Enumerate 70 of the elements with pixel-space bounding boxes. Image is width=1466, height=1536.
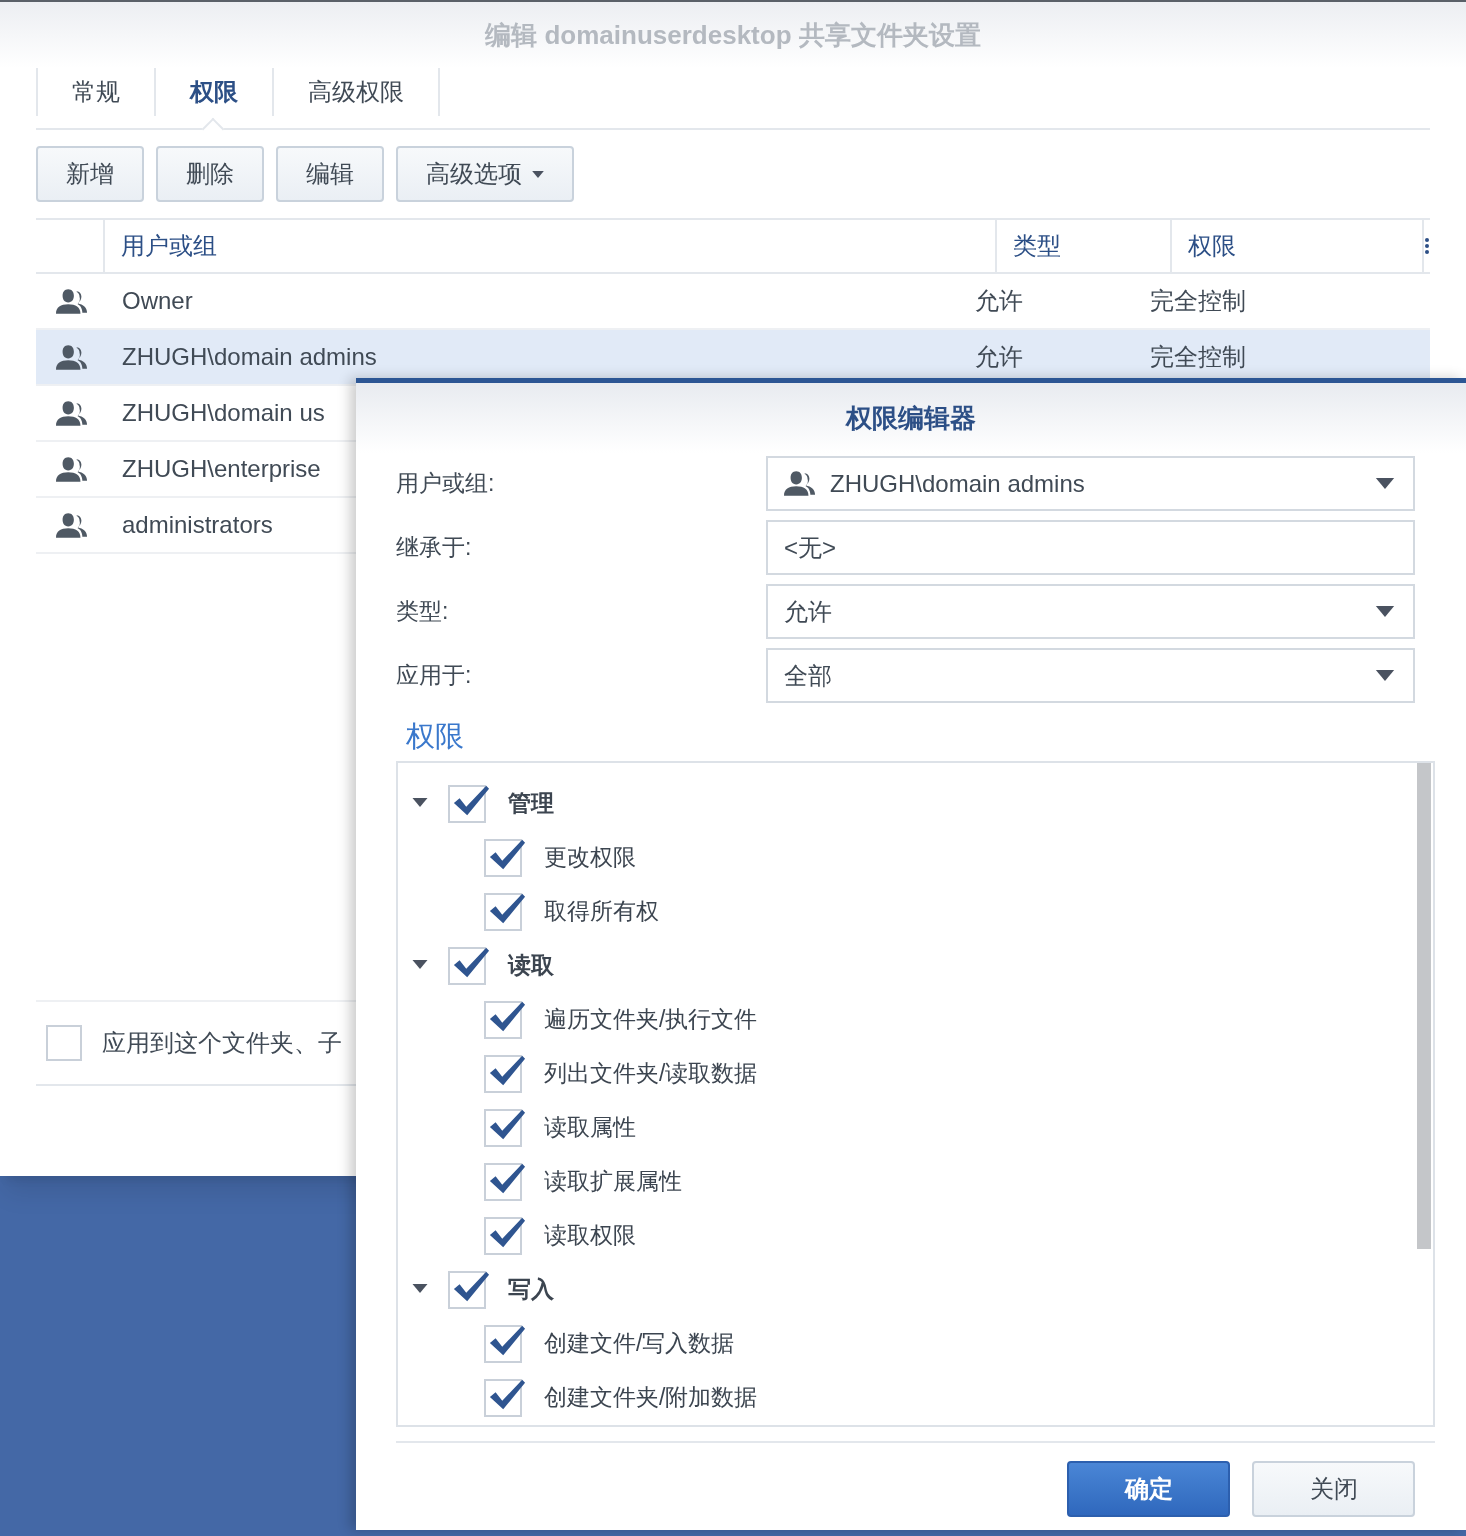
table-cell: ZHUGH\domain us bbox=[122, 399, 325, 426]
input-field[interactable]: <无> bbox=[766, 520, 1415, 575]
permission-label: 取得所有权 bbox=[544, 897, 659, 927]
table-cell-text: 完全控制 bbox=[1150, 342, 1246, 372]
caret-icon bbox=[1375, 478, 1395, 489]
field-label: 类型: bbox=[396, 597, 450, 627]
close-button[interactable]: 关闭 bbox=[1252, 1460, 1415, 1517]
column-header[interactable]: 权限 bbox=[1188, 228, 1236, 264]
table-cell: ZHUGH\domain admins bbox=[122, 343, 377, 370]
permission-group-label: 读取 bbox=[508, 951, 554, 981]
checkbox[interactable] bbox=[484, 1378, 522, 1417]
permission-label: 列出文件夹/读取数据 bbox=[544, 1059, 758, 1089]
checkbox[interactable] bbox=[448, 784, 486, 823]
checkbox[interactable] bbox=[484, 1000, 522, 1039]
checkbox[interactable] bbox=[484, 838, 522, 877]
users-icon bbox=[56, 287, 88, 315]
users-icon bbox=[56, 455, 88, 483]
field-label: 用户或组: bbox=[396, 469, 496, 499]
more-icon[interactable] bbox=[1425, 238, 1429, 254]
permission-group-label: 管理 bbox=[508, 789, 554, 819]
users-icon bbox=[56, 399, 88, 427]
table-cell: administrators bbox=[122, 511, 273, 538]
column-header[interactable]: 用户或组 bbox=[121, 228, 217, 264]
caret-icon bbox=[1375, 606, 1395, 617]
permission-label: 遍历文件夹/执行文件 bbox=[544, 1005, 758, 1035]
toolbar-button[interactable]: 高级选项 bbox=[396, 146, 574, 202]
table-cell: ZHUGH\enterprise bbox=[122, 455, 321, 482]
apply-option-label: 应用到这个文件夹、子 bbox=[102, 1028, 342, 1058]
permission-label: 读取属性 bbox=[544, 1113, 636, 1143]
tab[interactable]: 常规 bbox=[36, 68, 154, 116]
caret-icon bbox=[1375, 670, 1395, 681]
field-label: 继承于: bbox=[396, 533, 473, 563]
window-title: 编辑 domainuserdesktop 共享文件夹设置 bbox=[485, 18, 981, 52]
checkbox[interactable] bbox=[484, 1162, 522, 1201]
permission-label: 读取扩展属性 bbox=[544, 1167, 682, 1197]
checkbox[interactable] bbox=[46, 1025, 82, 1061]
confirm-button[interactable]: 确定 bbox=[1067, 1460, 1230, 1517]
tab[interactable]: 高级权限 bbox=[272, 68, 440, 116]
section-heading: 权限 bbox=[406, 720, 464, 752]
checkbox[interactable] bbox=[448, 946, 486, 985]
dropdown[interactable]: 允许 bbox=[766, 584, 1415, 639]
caret-icon bbox=[532, 170, 544, 178]
dropdown[interactable]: ZHUGH\domain admins bbox=[766, 456, 1415, 511]
permission-label: 更改权限 bbox=[544, 843, 636, 873]
toolbar-button[interactable]: 删除 bbox=[156, 146, 264, 202]
checkbox[interactable] bbox=[484, 892, 522, 931]
column-header[interactable]: 类型 bbox=[1013, 228, 1061, 264]
dialog-title: 权限编辑器 bbox=[846, 401, 976, 435]
checkbox[interactable] bbox=[484, 1324, 522, 1363]
table-cell-text: 允许 bbox=[975, 286, 1024, 316]
users-icon bbox=[56, 511, 88, 539]
permission-group-label: 写入 bbox=[508, 1275, 554, 1305]
toolbar-button[interactable]: 编辑 bbox=[276, 146, 384, 202]
table-cell-text: 完全控制 bbox=[1150, 286, 1246, 316]
users-icon bbox=[784, 470, 816, 497]
scrollbar[interactable] bbox=[1417, 762, 1431, 1249]
permission-label: 创建文件/写入数据 bbox=[544, 1329, 735, 1359]
table-cell-text: 允许 bbox=[975, 342, 1024, 372]
tab[interactable]: 权限 bbox=[154, 68, 272, 116]
checkbox[interactable] bbox=[484, 1108, 522, 1147]
toolbar-button[interactable]: 新增 bbox=[36, 146, 144, 202]
permission-label: 创建文件夹/附加数据 bbox=[544, 1383, 758, 1413]
table-cell: Owner bbox=[122, 287, 193, 314]
dropdown[interactable]: 全部 bbox=[766, 648, 1415, 703]
field-label: 应用于: bbox=[396, 661, 473, 691]
checkbox[interactable] bbox=[484, 1054, 522, 1093]
users-icon bbox=[56, 343, 88, 371]
permission-label: 读取权限 bbox=[544, 1221, 636, 1251]
checkbox[interactable] bbox=[484, 1216, 522, 1255]
checkbox[interactable] bbox=[448, 1270, 486, 1309]
